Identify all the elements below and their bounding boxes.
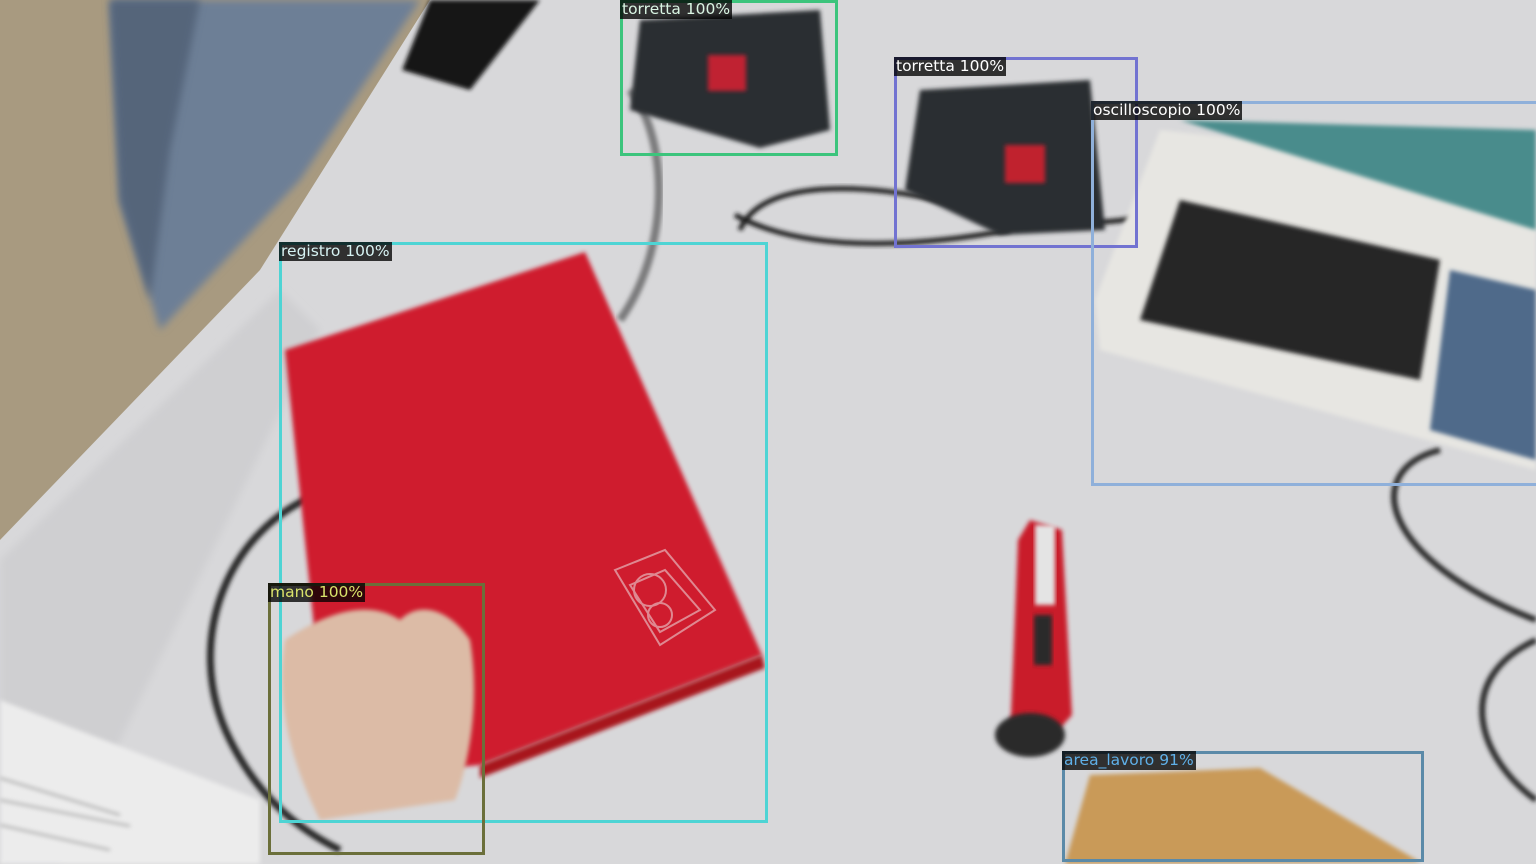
detection-box-torretta-1: torretta 100% [620,0,838,156]
detection-label: oscilloscopio 100% [1091,101,1243,120]
detection-label: torretta 100% [620,0,733,19]
detection-label: area_lavoro 91% [1062,751,1196,770]
utility-knife-end [995,713,1065,757]
detection-label: registro 100% [279,242,392,261]
detection-label: mano 100% [268,583,366,602]
utility-knife-slot [1034,615,1052,665]
detection-box-oscilloscopio: oscilloscopio 100% [1091,101,1536,486]
detection-box-area-lavoro: area_lavoro 91% [1062,751,1424,862]
utility-knife-blade [1035,525,1055,605]
detection-label: torretta 100% [894,57,1007,76]
detection-box-mano: mano 100% [268,583,485,855]
